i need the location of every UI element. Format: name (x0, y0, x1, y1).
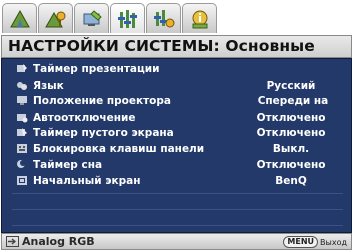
menu-item-panel-key-lock[interactable]: Блокировка клавиш панели Выкл. (16, 141, 341, 156)
display-icon (83, 9, 102, 26)
tab-advanced-picture[interactable] (38, 3, 73, 33)
input-source-label: Analog RGB (22, 235, 95, 248)
menu-item-value: Отключено (256, 111, 326, 124)
status-bar: Analog RGB MENU Выход (1, 233, 352, 250)
language-icon (16, 80, 28, 91)
menu-key-icon: MENU (283, 236, 319, 248)
empty-row-divider (12, 193, 343, 194)
menu-item-presentation-timer[interactable]: Таймер презентации (16, 61, 341, 76)
tab-system-setup-basic[interactable] (110, 3, 145, 33)
menu-item-sleep-timer[interactable]: Таймер сна Отключено (16, 157, 341, 172)
title-bar: НАСТРОЙКИ СИСТЕМЫ: Основные (1, 35, 352, 58)
menu-item-auto-off[interactable]: Автоотключение Отключено (16, 110, 341, 125)
menu-item-blank-timer[interactable]: Таймер пустого экрана Отключено (16, 125, 341, 140)
timer-icon (16, 63, 28, 74)
exit-hint[interactable]: MENU Выход (283, 236, 347, 248)
tab-system-setup-advanced[interactable] (146, 3, 181, 33)
picture-icon (9, 9, 30, 27)
menu-item-label: Язык (33, 79, 64, 92)
auto-off-icon (16, 112, 28, 123)
projector-position-icon (16, 95, 28, 106)
menu-item-value: Русский (266, 79, 316, 92)
menu-item-label: Блокировка клавиш панели (33, 142, 205, 155)
exit-label: Выход (320, 237, 347, 247)
advanced-picture-icon (44, 11, 65, 27)
menu-item-value: Отключено (256, 158, 326, 171)
menu-item-label: Начальный экран (33, 174, 141, 187)
menu-item-value: Спереди на (257, 94, 329, 107)
menu-item-value: BenQ (275, 174, 307, 187)
menu-item-value: Выкл. (272, 142, 310, 155)
system-setup-advanced-icon (153, 9, 174, 27)
information-icon (192, 10, 207, 28)
tab-information[interactable] (182, 3, 217, 33)
page-title: НАСТРОЙКИ СИСТЕМЫ: Основные (8, 37, 315, 55)
osd-menu: НАСТРОЙКИ СИСТЕМЫ: Основные Таймер презе… (0, 0, 353, 251)
input-source-icon (6, 236, 19, 247)
menu-item-splash-screen[interactable]: Начальный экран BenQ (16, 173, 341, 188)
system-setup-basic-icon (117, 9, 137, 28)
tab-display[interactable] (74, 3, 109, 33)
menu-item-projector-position[interactable]: Положение проектора Спереди на (16, 93, 341, 108)
tab-picture[interactable] (2, 3, 37, 33)
splash-screen-icon (16, 175, 28, 186)
menu-item-value: Отключено (256, 126, 326, 139)
sleep-timer-icon (16, 159, 28, 170)
empty-row-divider (12, 209, 343, 210)
menu-item-label: Таймер пустого экрана (33, 126, 174, 139)
settings-list: Таймер презентации Язык Русский Положени… (1, 58, 352, 233)
key-lock-icon (16, 143, 28, 154)
menu-item-label: Таймер сна (33, 158, 103, 171)
blank-timer-icon (16, 127, 28, 138)
menu-tabs (2, 3, 217, 35)
menu-item-language[interactable]: Язык Русский (16, 78, 341, 93)
menu-item-label: Положение проектора (33, 94, 171, 107)
menu-item-label: Таймер презентации (33, 62, 160, 75)
menu-item-label: Автоотключение (33, 111, 136, 124)
empty-row-divider (12, 225, 343, 226)
input-source: Analog RGB (6, 235, 95, 248)
